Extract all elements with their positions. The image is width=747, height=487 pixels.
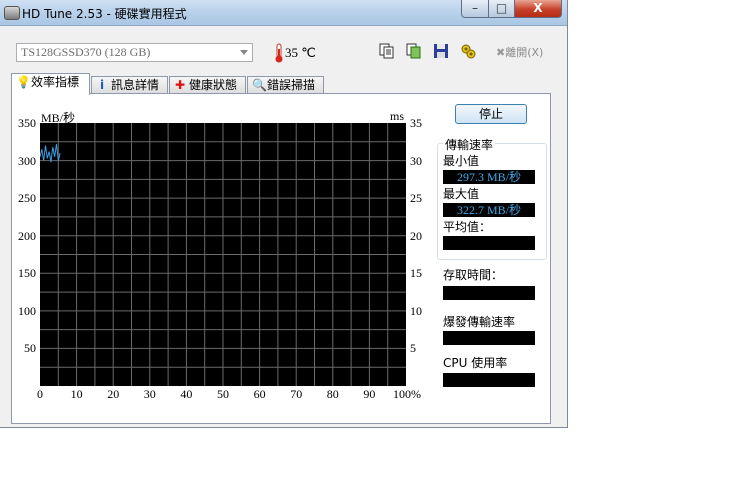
- y-axis-right-label: ms: [390, 109, 405, 123]
- x-tick: 60: [253, 387, 266, 401]
- access-time-value: [443, 286, 535, 300]
- temperature-value: 35 ℃: [285, 45, 316, 60]
- chevron-down-icon[interactable]: [240, 50, 248, 55]
- tab-label: 健康狀態: [189, 78, 238, 92]
- y-tick-right: 15: [410, 266, 422, 281]
- x-tick: 80: [326, 387, 339, 401]
- y-tick-left: 50: [24, 341, 36, 356]
- tab-health[interactable]: ✚ 健康狀態: [169, 76, 246, 94]
- exit-label: 離開(X): [505, 46, 544, 59]
- stop-button[interactable]: 停止: [455, 104, 527, 124]
- tab-label: 錯誤掃描: [267, 78, 316, 92]
- minimize-button[interactable]: –: [461, 0, 489, 18]
- access-time-label: 存取時間：: [443, 268, 504, 282]
- info-icon: i: [99, 78, 105, 92]
- y-tick-left: 150: [18, 266, 36, 281]
- y-tick-left: 250: [18, 191, 36, 206]
- exit-icon: ✖: [496, 46, 506, 59]
- drive-dropdown[interactable]: TS128GSSD370 (128 GB): [16, 43, 253, 62]
- lightbulb-icon: 💡: [16, 75, 31, 89]
- y-tick-right: 35: [410, 116, 422, 130]
- x-tick: 20: [107, 387, 120, 401]
- transfer-rate-series-line: [40, 143, 61, 163]
- avg-value: [443, 236, 535, 250]
- hdd-app-icon: [4, 6, 20, 20]
- x-tick: 90: [363, 387, 376, 401]
- x-tick: 30: [143, 387, 156, 401]
- y-axis-left-label: MB/秒: [41, 111, 76, 125]
- x-tick: 40: [180, 387, 193, 401]
- y-tick-left: 300: [18, 153, 36, 168]
- max-value: 322.7 MB/秒: [443, 203, 535, 217]
- x-tick: 50: [217, 387, 229, 401]
- y-tick-left: 200: [18, 228, 36, 243]
- copy-screenshot-icon[interactable]: [406, 43, 422, 59]
- avg-label: 平均值：: [443, 220, 492, 234]
- tab-label: 訊息詳情: [111, 78, 160, 92]
- y-tick-right: 20: [410, 228, 422, 243]
- y-tick-left: 350: [18, 116, 36, 130]
- copy-text-icon[interactable]: [379, 43, 395, 59]
- burst-rate-value: [443, 331, 535, 345]
- app-window: HD Tune 2.53 - 硬碟實用程式 – □ X TS128GSSD370…: [0, 0, 568, 428]
- min-label: 最小值: [443, 154, 480, 168]
- drive-name: TS128GSSD370 (128 GB): [21, 45, 151, 59]
- y-tick-right: 10: [410, 303, 422, 318]
- tab-benchmark[interactable]: 💡效率指標: [11, 73, 90, 95]
- x-tick: 0: [37, 387, 43, 401]
- tab-error-scan[interactable]: 🔍錯誤掃描: [247, 76, 324, 94]
- transfer-rate-chart: [40, 123, 406, 386]
- tab-info[interactable]: i 訊息詳情: [91, 76, 168, 94]
- options-icon[interactable]: [460, 43, 476, 59]
- maximize-button[interactable]: □: [488, 0, 515, 18]
- tab-label: 效率指標: [31, 75, 80, 89]
- y-tick-right: 25: [410, 191, 422, 206]
- magnifier-icon: 🔍: [252, 78, 267, 92]
- y-tick-left: 100: [18, 303, 36, 318]
- x-tick: 100%: [393, 387, 421, 401]
- y-tick-right: 5: [410, 341, 416, 356]
- x-tick: 10: [70, 387, 83, 401]
- y-tick-right: 30: [410, 153, 422, 168]
- save-icon[interactable]: [433, 43, 449, 59]
- red-cross-icon: ✚: [174, 78, 186, 92]
- transfer-rate-title: 傳輸速率: [443, 136, 496, 153]
- min-value: 297.3 MB/秒: [443, 170, 535, 184]
- exit-button[interactable]: ✖離開(X): [496, 44, 543, 60]
- cpu-usage-label: CPU 使用率: [443, 356, 508, 370]
- cpu-usage-value: [443, 373, 535, 387]
- burst-rate-label: 爆發傳輸速率: [443, 315, 516, 329]
- window-title: HD Tune 2.53 - 硬碟實用程式: [22, 7, 187, 21]
- max-label: 最大值: [443, 187, 480, 201]
- close-button[interactable]: X: [514, 0, 562, 18]
- thermometer-icon: [275, 43, 283, 63]
- x-tick: 70: [290, 387, 303, 401]
